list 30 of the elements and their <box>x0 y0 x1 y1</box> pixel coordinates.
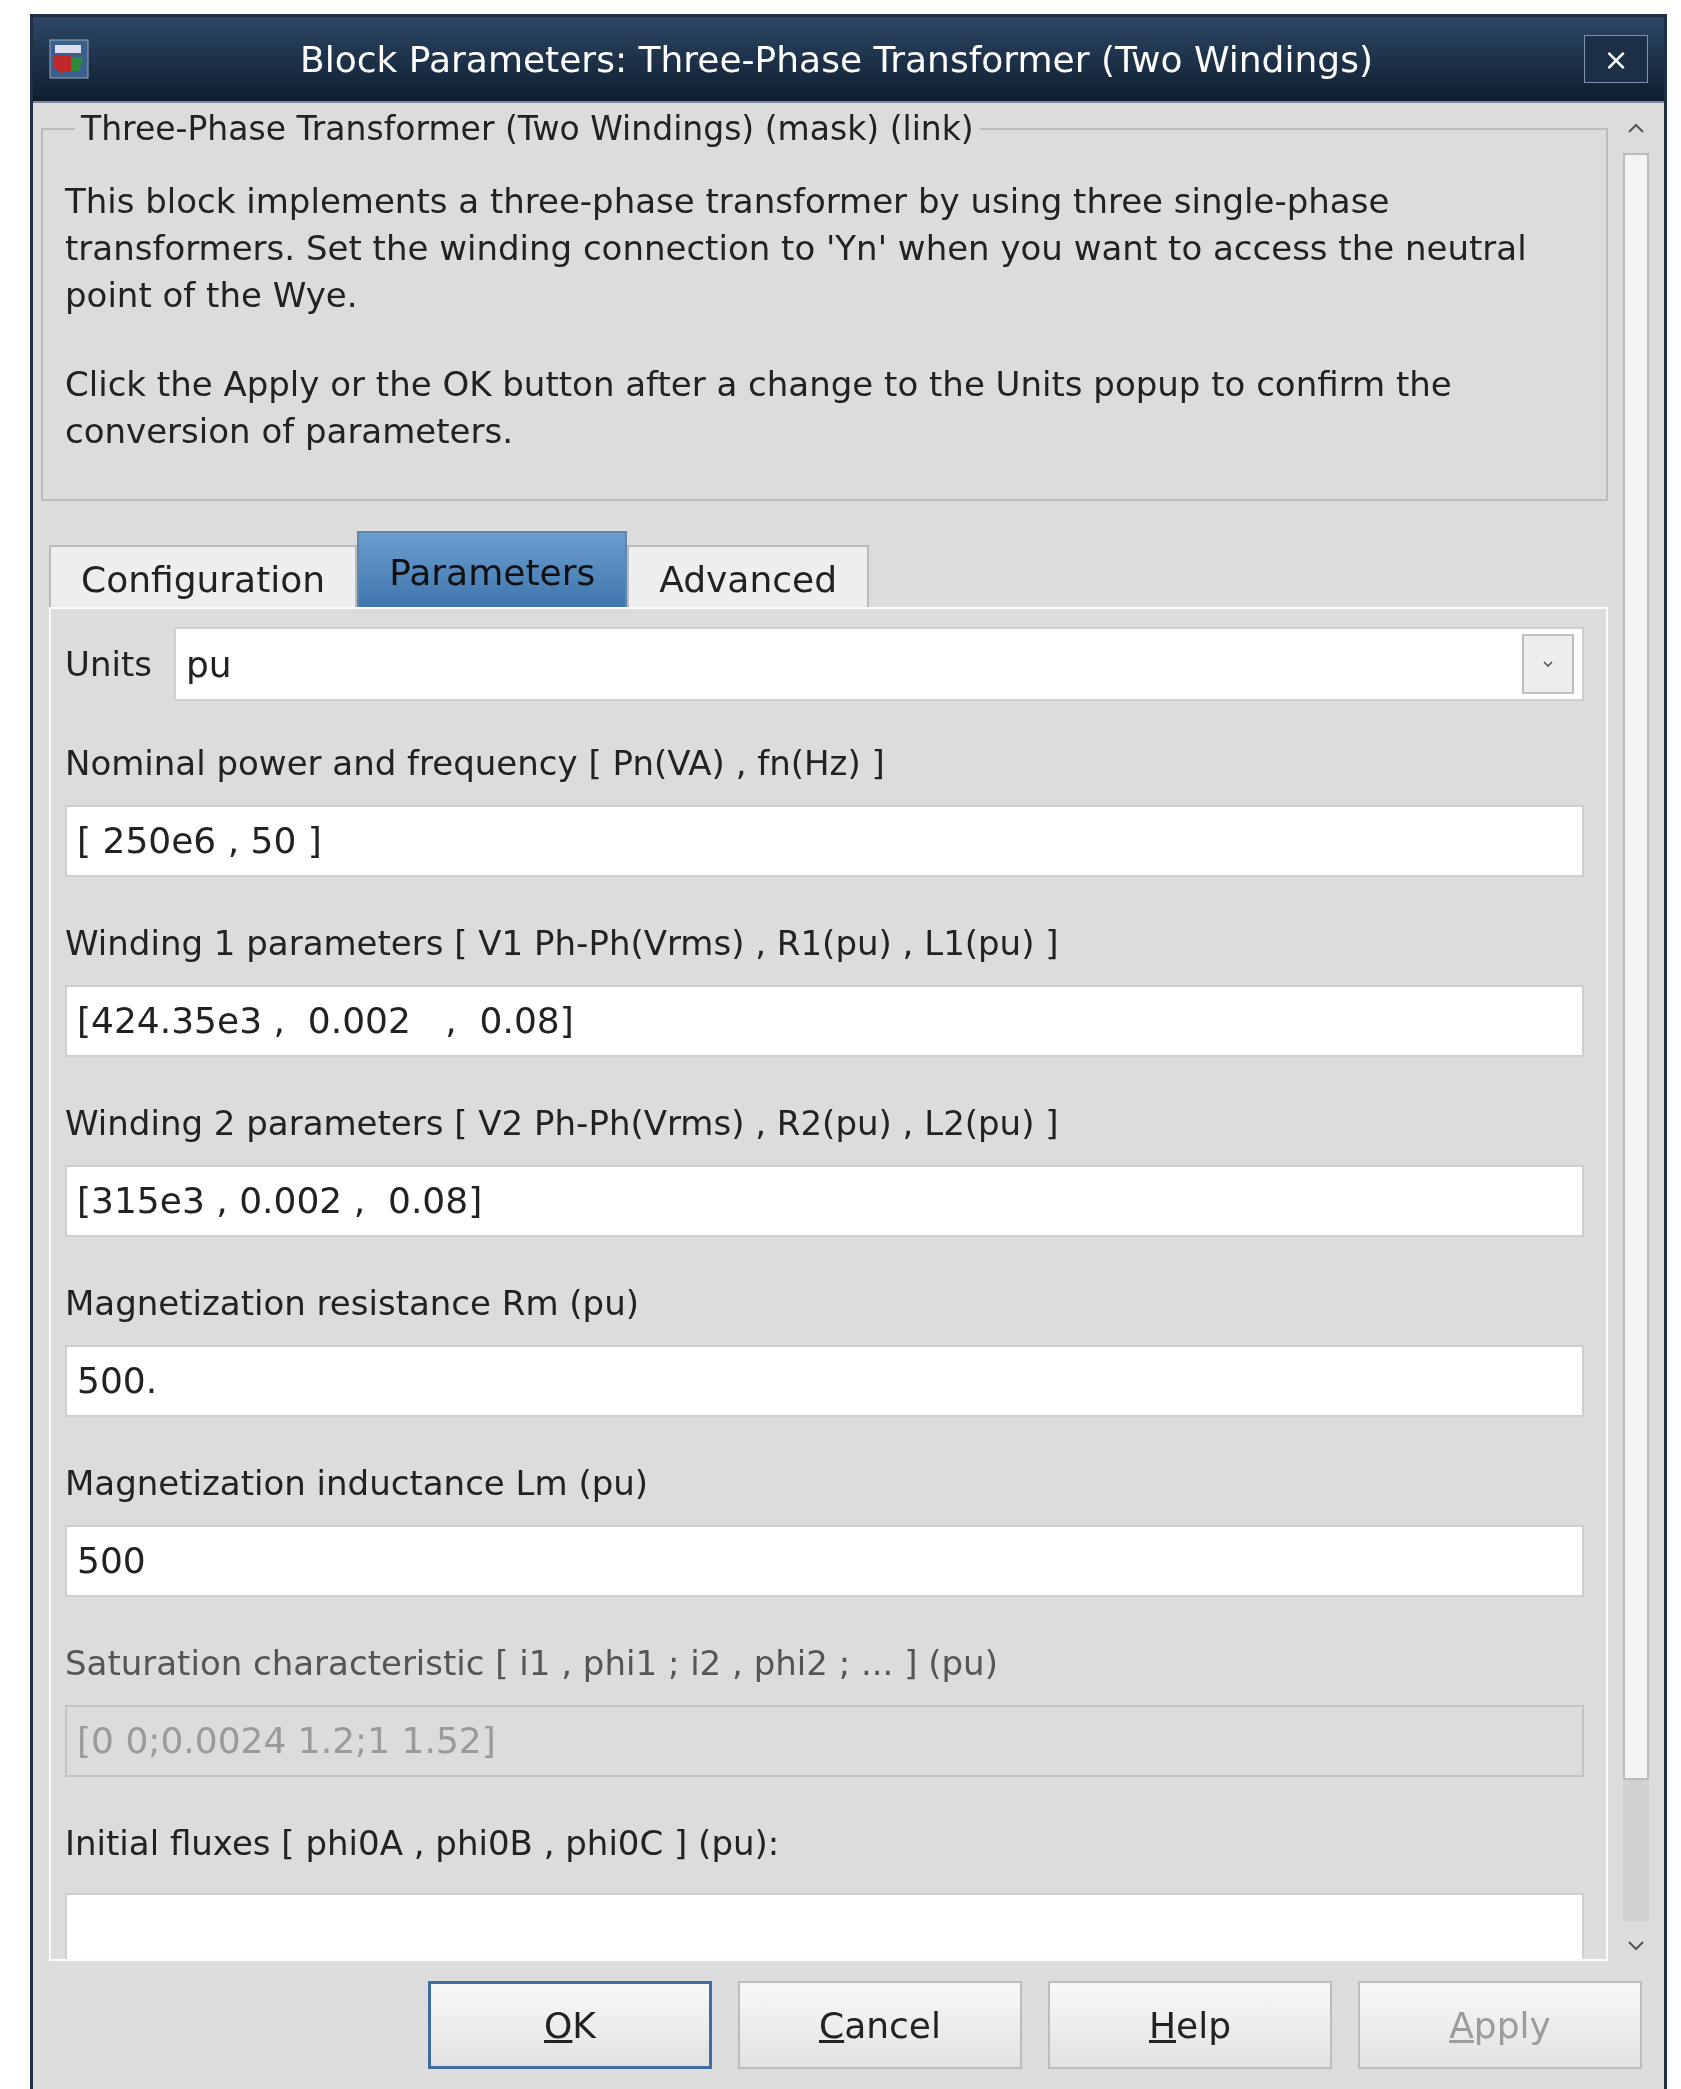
field-label: Units <box>65 644 152 684</box>
units-dropdown[interactable]: pu <box>173 627 1584 701</box>
field-label: Winding 2 parameters [ V2 Ph-Ph(Vrms) , R2(pu) , L2(pu) ] <box>65 1103 1060 1143</box>
window-title: Block Parameters: Three-Phase Transformer (Two Windings) <box>299 38 1374 80</box>
tab[interactable]: Advanced <box>627 545 870 607</box>
input-field[interactable]: [424.35e3 , 0.002 , 0.08] <box>65 985 1584 1057</box>
group-title: Three-Phase Transformer (Two Windings) (mask) (link) <box>80 109 975 148</box>
close-button[interactable]: × <box>1584 35 1648 83</box>
dialog-button[interactable]: OK <box>428 1981 712 2069</box>
dropdown-caret-icon[interactable] <box>1522 634 1574 694</box>
field-label: Winding 1 parameters [ V1 Ph-Ph(Vrms) , R1(pu) , L1(pu) ] <box>65 923 1060 963</box>
dialog-button[interactable]: Help <box>1048 1981 1332 2069</box>
field-label: Saturation characteristic [ i1 , phi1 ; i2 , phi2 ; ... ] (pu) <box>65 1643 999 1683</box>
field-label: Magnetization inductance Lm (pu) <box>65 1463 650 1503</box>
tab[interactable]: Configuration <box>49 545 358 607</box>
dropdown-value: pu <box>185 643 232 685</box>
input-field[interactable] <box>65 1893 1584 1959</box>
scroll-thumb[interactable] <box>1623 153 1649 1780</box>
input-field[interactable]: [315e3 , 0.002 , 0.08] <box>65 1165 1584 1237</box>
input-field[interactable]: [ 250e6 , 50 ] <box>65 805 1584 877</box>
description-text: This block implements a three-phase transformer by using three single-phase transformers. Set the winding connection to 'Yn' when you want to access the neutral point of the Wye. <box>65 180 1528 317</box>
app-icon <box>49 39 89 79</box>
input-field[interactable]: 500 <box>65 1525 1584 1597</box>
field-label: Magnetization resistance Rm (pu) <box>65 1283 640 1323</box>
dialog-button[interactable]: Cancel <box>738 1981 1022 2069</box>
input-field[interactable]: 500. <box>65 1345 1584 1417</box>
field-label: Nominal power and frequency [ Pn(VA) , fn(Hz) ] <box>65 743 886 783</box>
field-label: Initial fluxes [ phi0A , phi0B , phi0C ] (pu): <box>65 1823 781 1863</box>
tab[interactable]: Parameters <box>357 531 628 607</box>
description-text: Click the Apply or the OK button after a change to the Units popup to confirm the conversion of parameters. <box>65 363 1453 453</box>
